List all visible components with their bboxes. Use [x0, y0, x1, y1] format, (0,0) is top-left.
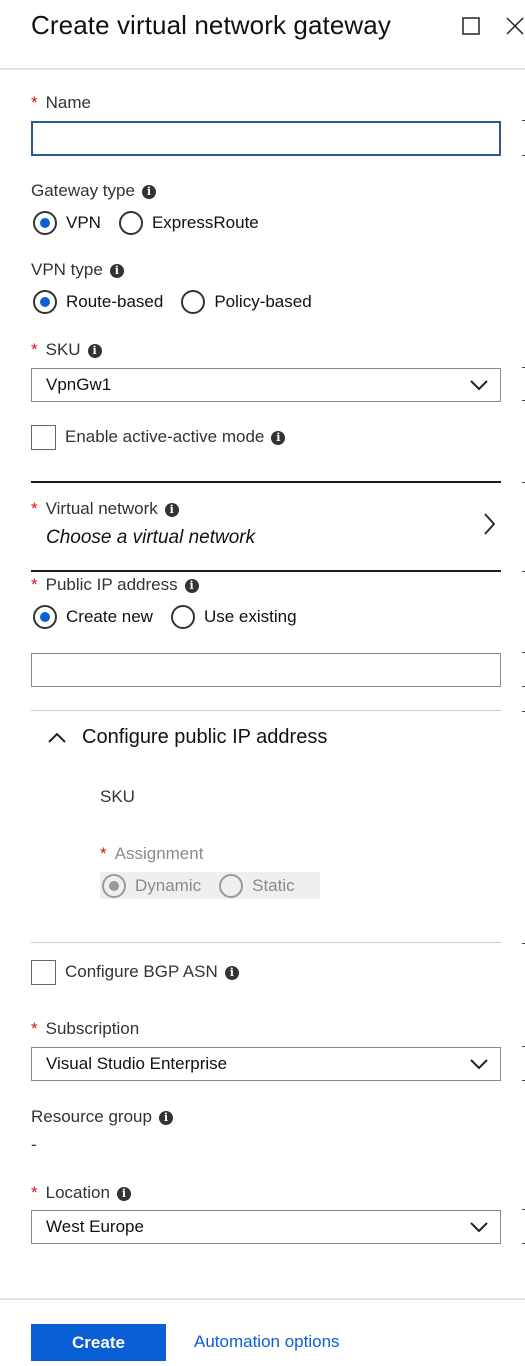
config-sku-label: SKU — [100, 787, 135, 806]
vpn-type-policy-based[interactable]: Policy-based — [181, 290, 312, 314]
configure-public-ip-toggle[interactable]: Configure public IP address — [47, 726, 327, 749]
info-icon[interactable]: i — [224, 966, 239, 980]
info-icon[interactable]: i — [109, 264, 124, 278]
resource-group-label: Resource group i — [31, 1107, 173, 1127]
bgp-label: Configure BGP ASN i — [65, 962, 239, 982]
assignment-static[interactable]: Static — [219, 873, 295, 898]
create-button[interactable]: Create — [31, 1324, 166, 1361]
public-ip-create-new[interactable]: Create new — [33, 605, 153, 629]
assignment-label: * Assignment — [100, 844, 204, 863]
required-marker: * — [31, 93, 38, 112]
radio-unselected-icon[interactable] — [181, 290, 206, 314]
subscription-dropdown[interactable]: Visual Studio Enterprise — [31, 1047, 501, 1081]
info-icon[interactable]: i — [87, 344, 102, 358]
radio-unselected-icon[interactable] — [170, 605, 195, 629]
public-ip-use-existing[interactable]: Use existing — [170, 605, 297, 629]
gateway-type-radio-group: VPN ExpressRoute — [33, 211, 275, 235]
info-icon[interactable]: i — [158, 1111, 173, 1125]
virtual-network-picker[interactable]: * Virtual network i Choose a virtual netwo… — [31, 483, 501, 570]
assignment-dynamic[interactable]: Dynamic — [102, 873, 201, 898]
virtual-network-bottom-rule — [31, 570, 501, 572]
radio-unselected-icon[interactable] — [219, 873, 244, 898]
public-ip-label: * Public IP address i — [31, 575, 199, 595]
sku-label: * SKU i — [31, 340, 102, 360]
chevron-right-icon — [484, 513, 495, 535]
automation-options-link[interactable]: Automation options — [194, 1332, 340, 1352]
chevron-up-icon — [48, 732, 66, 743]
vpn-type-route-based[interactable]: Route-based — [33, 290, 163, 314]
vpn-type-radio-group: Route-based Policy-based — [33, 290, 328, 314]
footer-divider — [0, 1298, 525, 1300]
subscription-label: * Subscription — [31, 1019, 140, 1038]
section-divider — [31, 710, 501, 711]
radio-unselected-icon[interactable] — [118, 211, 143, 235]
chevron-down-icon — [470, 380, 488, 391]
section-divider — [31, 942, 501, 943]
header-divider — [0, 68, 525, 70]
close-icon[interactable] — [503, 14, 525, 38]
gateway-type-expressroute[interactable]: ExpressRoute — [118, 211, 259, 235]
blade-title: Create virtual network gateway — [31, 10, 391, 40]
radio-selected-icon[interactable] — [33, 605, 57, 629]
resource-group-value: - — [31, 1135, 37, 1154]
gateway-type-vpn[interactable]: VPN — [33, 211, 101, 235]
sku-dropdown[interactable]: VpnGw1 — [31, 368, 501, 402]
chevron-down-icon — [470, 1222, 488, 1233]
maximize-icon[interactable] — [459, 14, 483, 38]
name-input[interactable] — [31, 121, 501, 156]
virtual-network-label: * Virtual network i — [31, 499, 179, 519]
public-ip-name-input[interactable] — [31, 653, 501, 687]
radio-selected-icon[interactable] — [33, 290, 57, 314]
configure-public-ip-title: Configure public IP address — [82, 726, 328, 748]
info-icon[interactable]: i — [141, 185, 156, 199]
radio-selected-icon[interactable] — [33, 211, 57, 235]
info-icon[interactable]: i — [164, 503, 179, 517]
bgp-checkbox[interactable] — [31, 960, 56, 985]
active-active-checkbox[interactable] — [31, 425, 56, 450]
radio-selected-icon[interactable] — [102, 873, 126, 898]
assignment-radio-group: Dynamic Static — [100, 872, 320, 899]
location-dropdown[interactable]: West Europe — [31, 1210, 501, 1244]
info-icon[interactable]: i — [271, 431, 286, 445]
name-label: * Name — [31, 93, 91, 112]
chevron-down-icon — [470, 1059, 488, 1070]
info-icon[interactable]: i — [184, 579, 199, 593]
info-icon[interactable]: i — [116, 1187, 131, 1201]
gateway-type-label: Gateway type i — [31, 181, 156, 201]
virtual-network-value: Choose a virtual network — [46, 527, 256, 548]
public-ip-radio-group: Create new Use existing — [33, 605, 313, 629]
location-label: * Location i — [31, 1183, 131, 1203]
active-active-label: Enable active-active mode i — [65, 427, 286, 447]
vpn-type-label: VPN type i — [31, 260, 124, 280]
